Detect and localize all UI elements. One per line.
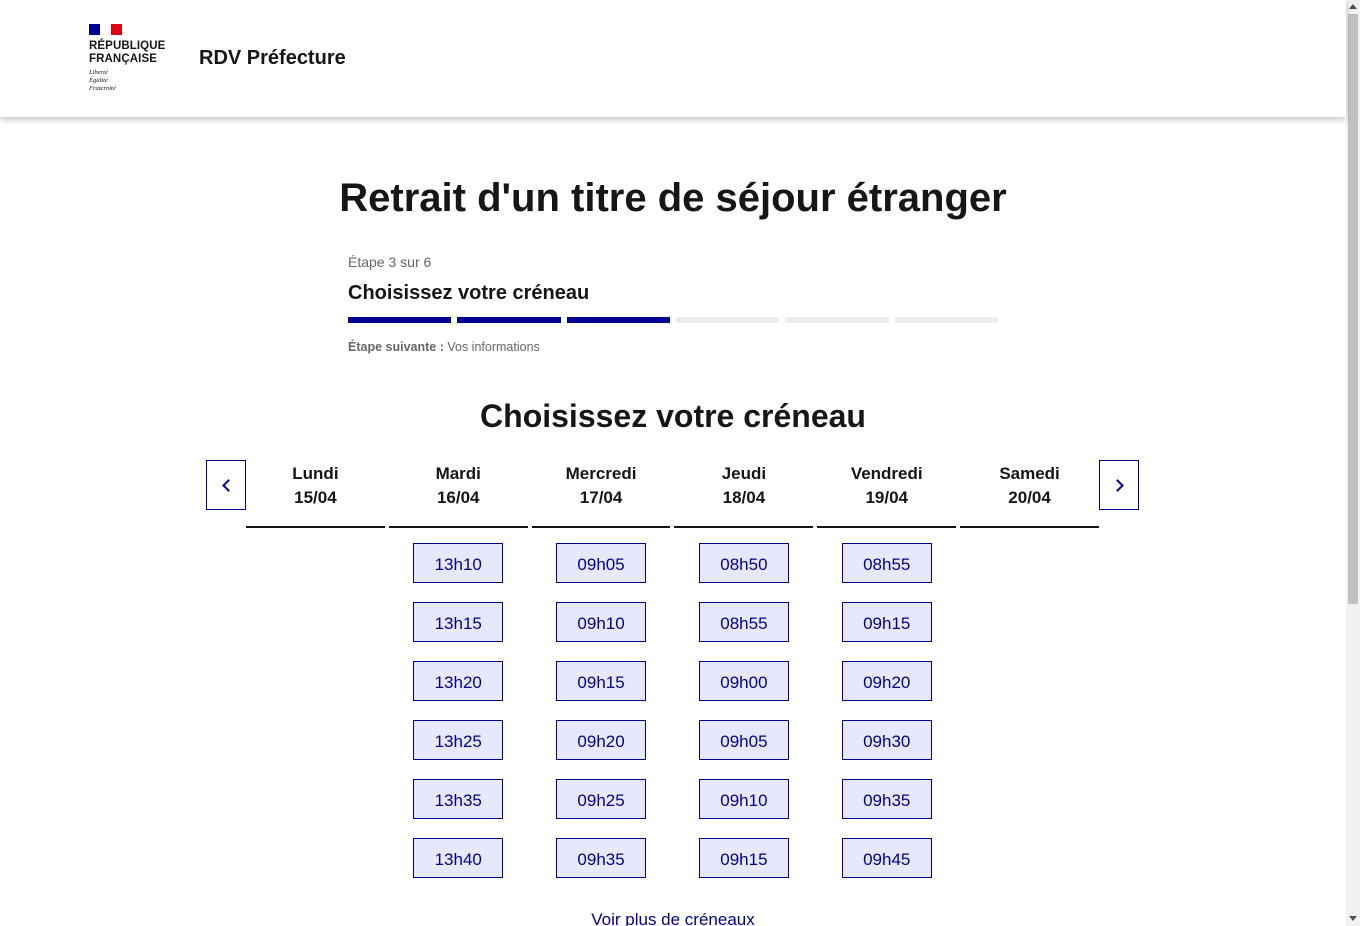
service-title[interactable]: RDV Préfecture — [199, 47, 346, 70]
day-header: Jeudi 18/04 — [674, 462, 814, 528]
day-date: 20/04 — [1008, 488, 1051, 507]
day-column: Mardi 16/04 13h10 13h15 13h20 13h25 13h35 13h40 — [388, 462, 528, 878]
scroll-down-icon[interactable] — [1349, 916, 1357, 921]
section-title: Choisissez votre créneau — [480, 398, 866, 434]
time-slot-button[interactable]: 09h15 — [556, 661, 647, 701]
step-bar — [566, 317, 670, 323]
time-slot-button[interactable]: 09h15 — [841, 602, 932, 642]
logo-line-1: RÉPUBLIQUE — [89, 40, 166, 52]
day-header: Vendredi 19/04 — [817, 462, 957, 528]
day-date: 17/04 — [579, 488, 623, 507]
logo-motto: Liberté Égalité Fraternité — [89, 69, 169, 93]
time-slot-button[interactable]: 09h45 — [841, 838, 932, 878]
time-slot-button[interactable]: 09h35 — [841, 779, 932, 819]
time-slot-button[interactable]: 13h25 — [413, 720, 504, 760]
time-slot-button[interactable]: 09h20 — [556, 720, 647, 760]
time-slot-button[interactable]: 13h15 — [413, 602, 504, 642]
slot-list — [246, 528, 385, 543]
day-column: Lundi 15/04 — [246, 462, 385, 878]
day-columns: Lundi 15/04 Mardi 16/04 13h10 13h15 13h20 13h25… — [246, 462, 1099, 878]
logo-line-2: FRANÇAISE — [89, 53, 157, 65]
slot-list: 08h55 09h15 09h20 09h30 09h35 09h45 — [817, 528, 956, 878]
time-slot-button[interactable]: 13h35 — [413, 779, 504, 819]
day-column: Mercredi 17/04 09h05 09h10 09h15 09h20 09h25 09… — [531, 462, 671, 878]
time-slot-button[interactable]: 08h50 — [698, 543, 789, 583]
day-date: 16/04 — [436, 488, 480, 507]
site-header: RÉPUBLIQUE FRANÇAISE Liberté Égalité Fra… — [0, 0, 1346, 117]
step-bar — [675, 317, 780, 323]
more-slots-link[interactable]: Voir plus de créneaux — [0, 910, 1346, 926]
time-slot-button[interactable]: 13h10 — [413, 543, 504, 583]
time-slot-button[interactable]: 09h00 — [698, 661, 789, 701]
slot-list: 09h05 09h10 09h15 09h20 09h25 09h35 — [532, 528, 671, 878]
time-slot-button[interactable]: 13h20 — [413, 661, 504, 701]
slot-list: 08h50 08h55 09h00 09h05 09h10 09h15 — [674, 528, 813, 878]
day-name: Vendredi — [850, 464, 923, 483]
day-column: Jeudi 18/04 08h50 08h55 09h00 09h05 09h10 09h15 — [674, 462, 814, 878]
time-slot-button[interactable]: 09h15 — [698, 838, 789, 878]
time-slot-button[interactable]: 09h05 — [556, 543, 647, 583]
chevron-left-icon — [221, 478, 235, 492]
french-flag-icon — [89, 24, 122, 35]
logo-text: RÉPUBLIQUE FRANÇAISE — [89, 40, 169, 66]
vertical-scrollbar[interactable] — [1346, 0, 1360, 926]
time-slot-button[interactable]: 08h55 — [841, 543, 932, 583]
previous-days-button[interactable] — [206, 460, 246, 510]
step-progress — [348, 317, 998, 323]
motto-line-1: Liberté — [89, 69, 108, 76]
time-slot-button[interactable]: 13h40 — [413, 838, 504, 878]
chevron-right-icon — [1110, 478, 1124, 492]
time-slot-button[interactable]: 09h30 — [841, 720, 932, 760]
day-header: Mardi 16/04 — [388, 462, 528, 528]
scroll-up-icon[interactable] — [1349, 4, 1357, 9]
day-header: Samedi 20/04 — [960, 462, 1099, 528]
page-title: Retrait d'un titre de séjour étranger — [339, 176, 1007, 220]
step-title: Choisissez votre créneau — [348, 282, 590, 304]
step-bar — [457, 317, 561, 323]
time-slot-button[interactable]: 09h25 — [556, 779, 647, 819]
day-header: Lundi 15/04 — [246, 462, 385, 528]
step-bar — [348, 317, 452, 323]
time-slot-button[interactable]: 08h55 — [698, 602, 789, 642]
step-bar — [894, 317, 998, 323]
motto-line-2: Égalité — [89, 77, 108, 84]
slot-list: 13h10 13h15 13h20 13h25 13h35 13h40 — [389, 528, 528, 878]
day-column: Vendredi 19/04 08h55 09h15 09h20 09h30 09h35 09… — [817, 462, 957, 878]
time-slot-button[interactable]: 09h10 — [556, 602, 647, 642]
scrollbar-thumb[interactable] — [1348, 14, 1358, 604]
stepper: Étape 3 sur 6 Choisissez votre créneau É… — [348, 254, 998, 354]
step-bar — [785, 317, 889, 323]
day-name: Mardi — [435, 464, 481, 483]
time-slot-button[interactable]: 09h05 — [698, 720, 789, 760]
time-slot-button[interactable]: 09h35 — [556, 838, 647, 878]
step-next: Étape suivante : Vos informations — [348, 340, 998, 354]
step-state: Étape 3 sur 6 — [348, 254, 432, 270]
step-next-value: Vos informations — [447, 340, 540, 354]
day-date: 18/04 — [722, 488, 766, 507]
day-date: 19/04 — [865, 488, 908, 507]
time-slot-button[interactable]: 09h20 — [841, 661, 932, 701]
day-header: Mercredi 17/04 — [531, 462, 671, 528]
day-name: Lundi — [292, 464, 339, 483]
day-date: 15/04 — [294, 488, 337, 507]
next-days-button[interactable] — [1099, 460, 1139, 510]
day-name: Jeudi — [721, 464, 767, 483]
slot-list — [960, 528, 1099, 543]
day-name: Mercredi — [565, 464, 637, 483]
time-slot-button[interactable]: 09h10 — [698, 779, 789, 819]
day-name: Samedi — [999, 464, 1060, 483]
republique-francaise-logo[interactable]: RÉPUBLIQUE FRANÇAISE Liberté Égalité Fra… — [89, 24, 169, 93]
day-column: Samedi 20/04 — [960, 462, 1099, 878]
step-next-label: Étape suivante : — [348, 340, 444, 354]
motto-line-3: Fraternité — [89, 85, 116, 92]
